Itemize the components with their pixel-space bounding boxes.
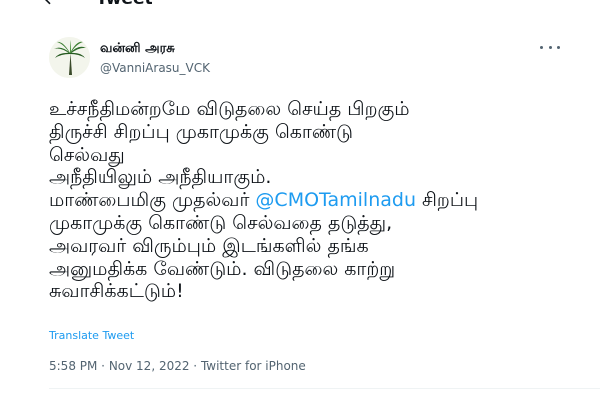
author-display-name[interactable]: வன்னி அரசு — [100, 40, 210, 57]
page-title: Tweet — [96, 0, 153, 9]
mention-link[interactable]: @CMOTamilnadu — [255, 189, 416, 211]
more-dot — [540, 45, 543, 49]
tweet-source: Twitter for iPhone — [200, 359, 306, 373]
arrow-left-icon[interactable] — [40, 0, 60, 8]
tweet-line: முகாமுக்கு கொண்டு செல்வதை தடுத்து, — [49, 211, 393, 234]
meta-separator: · — [189, 359, 201, 373]
tweet-line: அனுமதிக்க வேண்டும். விடுதலை காற்று — [49, 257, 396, 280]
palm-tree-avatar — [49, 37, 90, 78]
tweet-text-segment: சிறப்பு — [416, 189, 479, 212]
more-dots-icon[interactable] — [540, 40, 560, 54]
avatar[interactable] — [49, 37, 90, 78]
tweet-body: உச்சநீதிமன்றமே விடுதலை செய்த பிறகும் திர… — [49, 98, 589, 303]
tweet-date[interactable]: Nov 12, 2022 — [109, 359, 190, 373]
tweet-line: சுவாசிக்கட்டும்! — [49, 280, 184, 303]
more-dot — [548, 45, 552, 49]
translate-tweet-link[interactable]: Translate Tweet — [49, 329, 134, 342]
divider — [49, 388, 600, 389]
author-info[interactable]: வன்னி அரசு @VanniArasu_VCK — [100, 40, 210, 77]
more-dot — [557, 45, 560, 49]
author-handle[interactable]: @VanniArasu_VCK — [100, 60, 210, 77]
tweet-text-segment: மாண்பைமிகு முதல்வர் — [49, 189, 256, 212]
tweet-line: உச்சநீதிமன்றமே விடுதலை செய்த பிறகும் — [49, 98, 410, 120]
tweet-line: திருச்சி சிறப்பு முகாமுக்கு கொண்டு — [49, 120, 353, 143]
tweet-time[interactable]: 5:58 PM — [49, 359, 97, 373]
tweet-line: அவரவர் விரும்பும் இடங்களில் தங்க — [49, 234, 369, 257]
meta-separator: · — [97, 359, 109, 373]
tweet-metadata: 5:58 PM · Nov 12, 2022 · Twitter for iPh… — [49, 359, 306, 373]
tweet-line: செல்வது — [49, 143, 125, 166]
tweet-line: அநீதியிலும் அநீதியாகும். — [49, 166, 272, 189]
tweet-header: Tweet — [0, 0, 600, 14]
tweet-line: மாண்பைமிகு முதல்வர் @CMOTamilnadu சிறப்ப… — [49, 189, 589, 212]
